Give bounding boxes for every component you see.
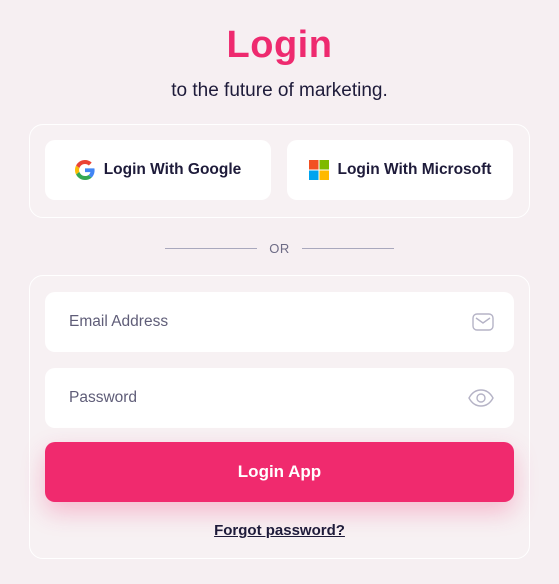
or-divider: OR <box>0 238 559 258</box>
microsoft-login-label: Login With Microsoft <box>337 161 492 178</box>
password-field[interactable] <box>45 368 445 428</box>
google-login-button[interactable]: Login With Google <box>45 140 271 200</box>
page-title: Login <box>226 24 333 66</box>
login-form: Login App Forgot password? <box>29 275 530 559</box>
forgot-password-link[interactable]: Forgot password? <box>30 522 529 539</box>
divider-text: OR <box>269 240 290 256</box>
login-submit-button[interactable]: Login App <box>45 442 514 502</box>
microsoft-icon <box>308 160 329 180</box>
microsoft-login-button[interactable]: Login With Microsoft <box>287 140 513 200</box>
page-subtitle: to the future of marketing. <box>171 80 388 101</box>
mail-icon <box>472 313 494 331</box>
login-page: Login to the future of marketing. Login … <box>0 0 559 584</box>
email-field[interactable] <box>45 292 445 352</box>
email-field-container <box>45 292 514 352</box>
eye-icon[interactable] <box>468 389 494 407</box>
social-login-panel: Login With Google Login With Microsoft <box>29 124 530 218</box>
password-field-container <box>45 368 514 428</box>
google-login-label: Login With Google <box>103 161 242 178</box>
divider-line-left <box>165 247 258 249</box>
divider-line-right <box>301 247 394 249</box>
google-icon <box>74 160 95 180</box>
